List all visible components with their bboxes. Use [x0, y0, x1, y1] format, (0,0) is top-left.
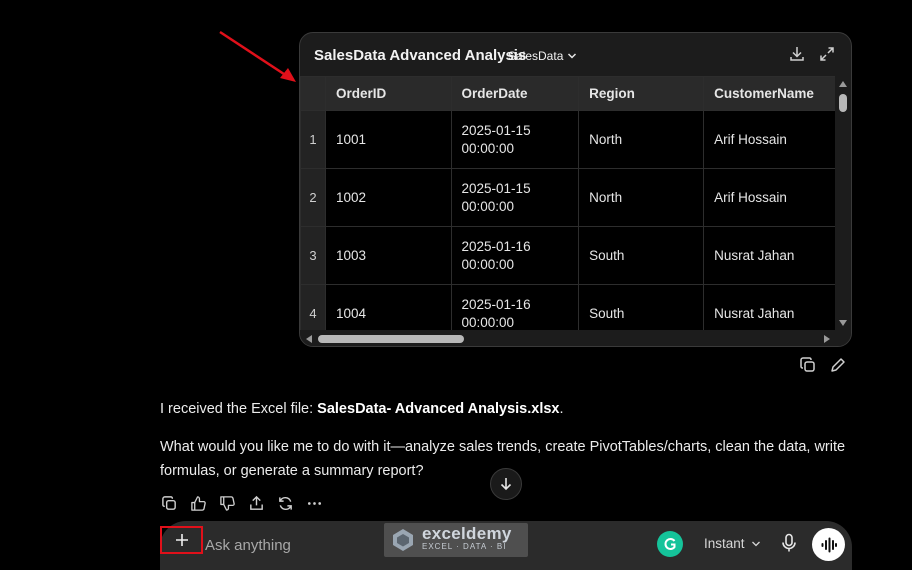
vertical-scrollbar[interactable]: [835, 76, 851, 330]
horizontal-scroll-thumb[interactable]: [318, 335, 464, 343]
expand-icon[interactable]: [818, 45, 836, 63]
message-actions: [160, 494, 324, 513]
model-selector[interactable]: Instant: [704, 536, 761, 551]
sheet-tab-selector[interactable]: SalesData: [508, 49, 577, 63]
order-date-day: 2025-01-16: [461, 238, 531, 254]
table-row: 2 1002 2025-01-15 00:00:00 North Arif Hos…: [300, 168, 836, 227]
cell-customer[interactable]: Nusrat Jahan: [703, 226, 836, 285]
cell-customer[interactable]: Arif Hossain: [703, 168, 836, 227]
cell-order-date[interactable]: 2025-01-16 00:00:00: [450, 226, 580, 285]
waveform-icon: [821, 537, 837, 552]
microphone-icon[interactable]: [780, 533, 798, 553]
row-number[interactable]: 3: [300, 226, 326, 285]
corner-cell[interactable]: [300, 76, 326, 111]
pencil-icon[interactable]: [829, 356, 847, 374]
good-response-button[interactable]: [189, 494, 208, 513]
column-header[interactable]: OrderDate: [450, 76, 580, 111]
share-button[interactable]: [247, 494, 266, 513]
download-icon[interactable]: [788, 45, 806, 63]
annotation-arrow: [219, 30, 296, 82]
cell-order-id[interactable]: 1001: [324, 110, 452, 169]
row-number[interactable]: 1: [300, 110, 326, 169]
scroll-down-arrow[interactable]: [839, 320, 847, 326]
row-number[interactable]: 2: [300, 168, 326, 227]
more-horizontal-icon: [307, 502, 322, 505]
share-icon: [250, 495, 263, 510]
scroll-to-bottom-button[interactable]: [490, 468, 522, 500]
more-options-button[interactable]: [305, 494, 324, 513]
column-header[interactable]: OrderID: [324, 76, 452, 111]
thumbs-down-icon: [220, 496, 235, 511]
model-label: Instant: [704, 536, 745, 551]
sheet-tab-label: SalesData: [508, 49, 564, 63]
order-date-time: 00:00:00: [461, 314, 515, 330]
exceldemy-watermark: exceldemy EXCEL · DATA · BI: [384, 523, 528, 557]
chevron-down-icon: [751, 541, 760, 546]
order-date-day: 2025-01-15: [461, 180, 531, 196]
table-row: 4 1004 2025-01-16 00:00:00 South Nusrat J…: [300, 284, 836, 330]
order-date-day: 2025-01-15: [461, 122, 531, 138]
copy-icon: [162, 496, 176, 510]
add-attachment-button[interactable]: [160, 526, 203, 554]
horizontal-scrollbar[interactable]: [300, 330, 851, 346]
scroll-left-arrow[interactable]: [306, 335, 312, 343]
exceldemy-logo: [393, 529, 413, 551]
scroll-up-arrow[interactable]: [839, 81, 847, 87]
cell-region[interactable]: North: [578, 110, 705, 169]
spreadsheet-grid: OrderID OrderDate Region CustomerName 1 …: [300, 76, 836, 330]
order-date-time: 00:00:00: [461, 140, 515, 156]
cell-customer[interactable]: Nusrat Jahan: [703, 284, 836, 330]
grammarly-button[interactable]: [657, 531, 683, 557]
cell-region[interactable]: North: [578, 168, 705, 227]
header-row: OrderID OrderDate Region CustomerName: [300, 76, 836, 111]
copy-message-button[interactable]: [160, 494, 179, 513]
chevron-down-icon: [568, 53, 577, 59]
order-date-time: 00:00:00: [461, 198, 515, 214]
scroll-right-arrow[interactable]: [824, 335, 830, 343]
prompt-composer: exceldemy EXCEL · DATA · BI Instant: [160, 521, 852, 570]
row-number[interactable]: 4: [300, 284, 326, 330]
cell-order-id[interactable]: 1004: [324, 284, 452, 330]
column-header[interactable]: Region: [578, 76, 705, 111]
watermark-name: exceldemy: [422, 524, 512, 543]
cell-region[interactable]: South: [578, 226, 705, 285]
spreadsheet-header: SalesData Advanced Analysis SalesData: [300, 33, 851, 76]
cell-order-date[interactable]: 2025-01-16 00:00:00: [450, 284, 580, 330]
cell-region[interactable]: South: [578, 284, 705, 330]
column-header[interactable]: CustomerName: [703, 76, 836, 111]
message-prefix: I received the Excel file:: [160, 401, 318, 417]
watermark-subtitle: EXCEL · DATA · BI: [422, 542, 507, 551]
cell-order-date[interactable]: 2025-01-15 00:00:00: [450, 168, 580, 227]
cell-order-id[interactable]: 1003: [324, 226, 452, 285]
cell-customer[interactable]: Arif Hossain: [703, 110, 836, 169]
spreadsheet-title: SalesData Advanced Analysis: [314, 47, 527, 64]
grammarly-icon: [664, 538, 676, 550]
regenerate-button[interactable]: [276, 494, 295, 513]
refresh-icon: [279, 496, 292, 511]
voice-mode-button[interactable]: [812, 528, 845, 561]
spreadsheet-panel: SalesData Advanced Analysis SalesData Or…: [299, 32, 852, 347]
thumbs-up-icon: [191, 496, 206, 511]
vertical-scroll-thumb[interactable]: [839, 94, 847, 112]
copy-icon[interactable]: [799, 356, 817, 374]
plus-icon: [175, 534, 188, 546]
bad-response-button[interactable]: [218, 494, 237, 513]
order-date-time: 00:00:00: [461, 256, 515, 272]
cell-order-date[interactable]: 2025-01-15 00:00:00: [450, 110, 580, 169]
table-row: 3 1003 2025-01-16 00:00:00 South Nusrat J…: [300, 226, 836, 285]
attached-file-name: SalesData- Advanced Analysis.xlsx: [317, 401, 560, 417]
order-date-day: 2025-01-16: [461, 296, 531, 312]
cell-order-id[interactable]: 1002: [324, 168, 452, 227]
assistant-message-line: I received the Excel file: SalesData- Ad…: [160, 397, 564, 421]
message-suffix: .: [559, 401, 564, 417]
table-row: 1 1001 2025-01-15 00:00:00 North Arif Hos…: [300, 110, 836, 169]
arrow-down-icon: [500, 478, 512, 491]
